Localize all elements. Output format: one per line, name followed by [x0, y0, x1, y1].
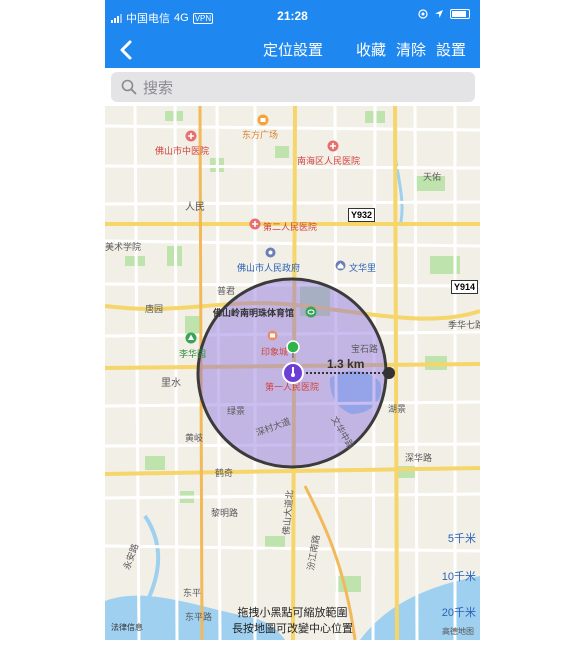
- scale-label-10km[interactable]: 10千米: [442, 568, 476, 584]
- map-hint-resize: 拖拽小黑點可縮放範圍: [237, 607, 348, 619]
- location-arrow-icon: [435, 10, 443, 18]
- place-label: 天佑: [423, 172, 442, 182]
- orientation-lock-icon: [418, 9, 428, 19]
- map-hint-move: 長按地圖可改變中心位置: [232, 623, 353, 635]
- map-view[interactable]: 佛山市中医院 南海区人民医院 东方广场 第二人民医院 佛山市人民政府 文华里 佛…: [105, 106, 480, 640]
- place-label: 宝石路: [351, 344, 379, 354]
- place-label: 黎明路: [211, 508, 239, 518]
- place-label: 印象城: [261, 347, 289, 357]
- hospital-icon: [327, 140, 339, 152]
- status-bar: 中国电信 4G VPN 21:28: [105, 0, 480, 32]
- park-icon: [185, 332, 197, 344]
- battery-icon: [450, 9, 470, 19]
- road-tag: Y932: [348, 208, 376, 222]
- page-title: 定位設置: [263, 42, 324, 59]
- shopping-icon: [257, 114, 269, 126]
- road-tag: Y914: [451, 280, 479, 294]
- hospital-icon: [185, 130, 197, 142]
- current-location-marker-icon: [286, 340, 300, 358]
- back-chevron-icon[interactable]: [113, 36, 141, 64]
- search-icon: [121, 79, 137, 95]
- government-icon: [265, 247, 276, 258]
- search-input[interactable]: 搜索: [111, 72, 475, 102]
- place-label: 鹤奇: [215, 468, 234, 478]
- place-label: 美术学院: [105, 242, 142, 252]
- place-label: 里水: [161, 378, 181, 389]
- residential-icon: [335, 260, 346, 271]
- legal-info-link[interactable]: 法律信息: [111, 622, 143, 633]
- place-label: 季华七路: [448, 320, 480, 330]
- place-label: 湖景: [388, 404, 407, 414]
- place-label: 人民: [185, 202, 205, 213]
- place-label: 普君: [217, 286, 236, 296]
- settings-button[interactable]: 設置: [436, 39, 466, 60]
- place-label: 佛山市中医院: [155, 146, 210, 156]
- map-provider-logo: 高德地图: [442, 627, 474, 636]
- favorite-button[interactable]: 收藏: [356, 39, 386, 60]
- place-label: 佛山岭南明珠体育馆: [213, 308, 295, 318]
- clear-button[interactable]: 清除: [396, 39, 426, 60]
- place-label: 第二人民医院: [263, 222, 318, 232]
- center-location-pin-icon[interactable]: [282, 362, 304, 384]
- place-label: 文华里: [349, 263, 377, 273]
- place-label: 黄岐: [185, 433, 204, 443]
- hospital-icon: [249, 218, 261, 230]
- navigation-bar: 定位設置 收藏 清除 設置: [105, 32, 480, 68]
- radius-resize-handle[interactable]: [383, 367, 395, 379]
- place-label: 东平: [183, 588, 202, 598]
- place-label: 佛山市人民政府: [237, 263, 301, 273]
- radius-distance-label: 1.3 km: [327, 357, 365, 371]
- stadium-icon: [305, 306, 317, 318]
- phone-screen: 中国电信 4G VPN 21:28 定位設置 收藏 清除 設置 搜索 佛山市中医…: [105, 0, 480, 655]
- scale-label-5km[interactable]: 5千米: [448, 530, 476, 546]
- place-label: 深华路: [405, 453, 433, 463]
- shopping-icon: [267, 330, 278, 341]
- place-label: 李华园: [179, 349, 207, 359]
- place-label: 东方广场: [242, 130, 279, 140]
- search-placeholder: 搜索: [143, 79, 174, 97]
- place-label: 唐园: [145, 304, 164, 314]
- place-label: 南海区人民医院: [297, 156, 361, 166]
- place-label: 绿景: [227, 406, 246, 416]
